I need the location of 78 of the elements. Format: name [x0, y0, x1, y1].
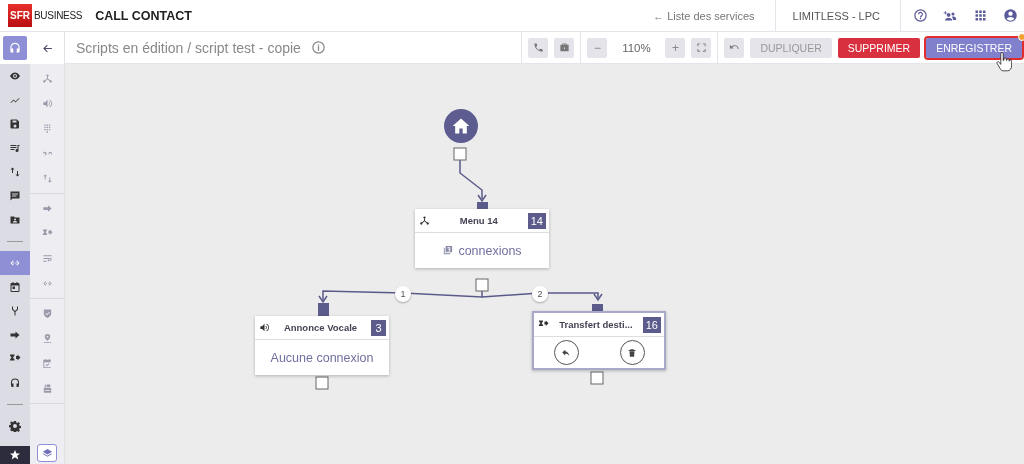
- node-badge: 3: [371, 319, 386, 336]
- calendar-icon: [9, 281, 21, 293]
- reply-button[interactable]: [553, 340, 579, 365]
- arrow-icon[interactable]: [41, 203, 53, 214]
- input-port[interactable]: [592, 304, 603, 311]
- app-title: CALL CONTACT: [95, 8, 192, 23]
- phone-button[interactable]: [528, 37, 549, 58]
- speaker-icon: [259, 322, 270, 333]
- zoom-in-button[interactable]: +: [665, 37, 686, 58]
- flow-node[interactable]: Menu 14 14 connexions: [415, 209, 549, 268]
- phone-icon: [532, 42, 544, 53]
- layers-icon: [41, 447, 53, 459]
- dialpad-icon[interactable]: [41, 123, 53, 134]
- node-badge: 14: [527, 212, 546, 229]
- settings-icon: [9, 420, 21, 432]
- output-port[interactable]: [453, 147, 467, 161]
- node-badge: 16: [642, 316, 661, 333]
- flow-node[interactable]: Annonce Vocale 3 Aucune connexion: [255, 316, 389, 375]
- favorites-tab[interactable]: [0, 446, 30, 464]
- trash-icon: [627, 347, 637, 358]
- code-icon[interactable]: [41, 278, 53, 289]
- branch-icon[interactable]: [41, 73, 53, 84]
- connection-label: 2: [532, 286, 548, 302]
- chat-icon: [9, 190, 21, 202]
- briefcase-button[interactable]: [554, 37, 575, 58]
- breadcrumb-title: Scripts en édition / script test - copie: [76, 39, 301, 56]
- arrow-icon: [9, 329, 21, 341]
- input-port[interactable]: [318, 303, 329, 316]
- text-wrap-icon[interactable]: [41, 253, 53, 264]
- info-icon[interactable]: [310, 40, 326, 55]
- account-name: LIMITLESS - LPC: [775, 0, 901, 32]
- calendar-check-icon[interactable]: [41, 358, 53, 369]
- fit-screen-button[interactable]: [691, 37, 712, 58]
- save-icon: [9, 118, 21, 130]
- brand-suffix: BUSINESS: [34, 10, 83, 21]
- node-title: Transfert desti...: [558, 319, 634, 330]
- fit-screen-icon: [695, 42, 707, 53]
- node-title: Annonce Vocale: [282, 322, 359, 333]
- action-button[interactable]: SUPPRIMER: [837, 37, 921, 58]
- help-icon[interactable]: [913, 8, 928, 23]
- add-users-icon[interactable]: [943, 8, 958, 23]
- node-body-text: connexions: [458, 243, 522, 258]
- eye-icon: [9, 70, 21, 82]
- contact-folder-icon: [9, 214, 21, 226]
- shield-check-icon[interactable]: [41, 308, 53, 319]
- swap-arrows-icon[interactable]: [41, 173, 53, 184]
- reply-icon: [561, 347, 571, 358]
- briefcase-icon: [558, 42, 570, 53]
- undo-button[interactable]: [724, 37, 745, 58]
- delete-button[interactable]: [619, 340, 645, 365]
- start-node[interactable]: [444, 109, 478, 143]
- node-title: Menu 14: [458, 215, 499, 226]
- connector-arrow: [459, 159, 487, 203]
- location-pin-icon[interactable]: [41, 333, 53, 344]
- node-body-text: Aucune connexion: [270, 350, 374, 365]
- services-link[interactable]: ← Liste des services: [653, 0, 776, 32]
- branch-icon: [419, 215, 430, 226]
- layers-button[interactable]: [37, 444, 57, 462]
- fork-icon: [9, 305, 21, 317]
- connection-label: 1: [395, 286, 411, 302]
- output-port[interactable]: [590, 371, 604, 385]
- speaker-icon[interactable]: [41, 98, 53, 109]
- star-icon: [9, 449, 21, 461]
- connections-icon: [442, 245, 454, 256]
- zoom-out-button[interactable]: −: [587, 37, 608, 58]
- swap-arrows-icon: [9, 166, 21, 178]
- playlist-icon: [9, 142, 21, 154]
- headset-icon: [9, 377, 21, 389]
- account-icon[interactable]: [1003, 8, 1018, 23]
- apps-grid-icon[interactable]: [973, 8, 988, 23]
- fax-icon[interactable]: [41, 383, 53, 394]
- output-port[interactable]: [475, 278, 489, 292]
- home-icon: [451, 116, 471, 136]
- flow-node[interactable]: Transfert desti... 16: [532, 311, 666, 370]
- output-port[interactable]: [315, 376, 329, 390]
- input-port[interactable]: [477, 202, 488, 209]
- brand-logo: SFR: [8, 4, 32, 27]
- headset-icon: [3, 36, 27, 60]
